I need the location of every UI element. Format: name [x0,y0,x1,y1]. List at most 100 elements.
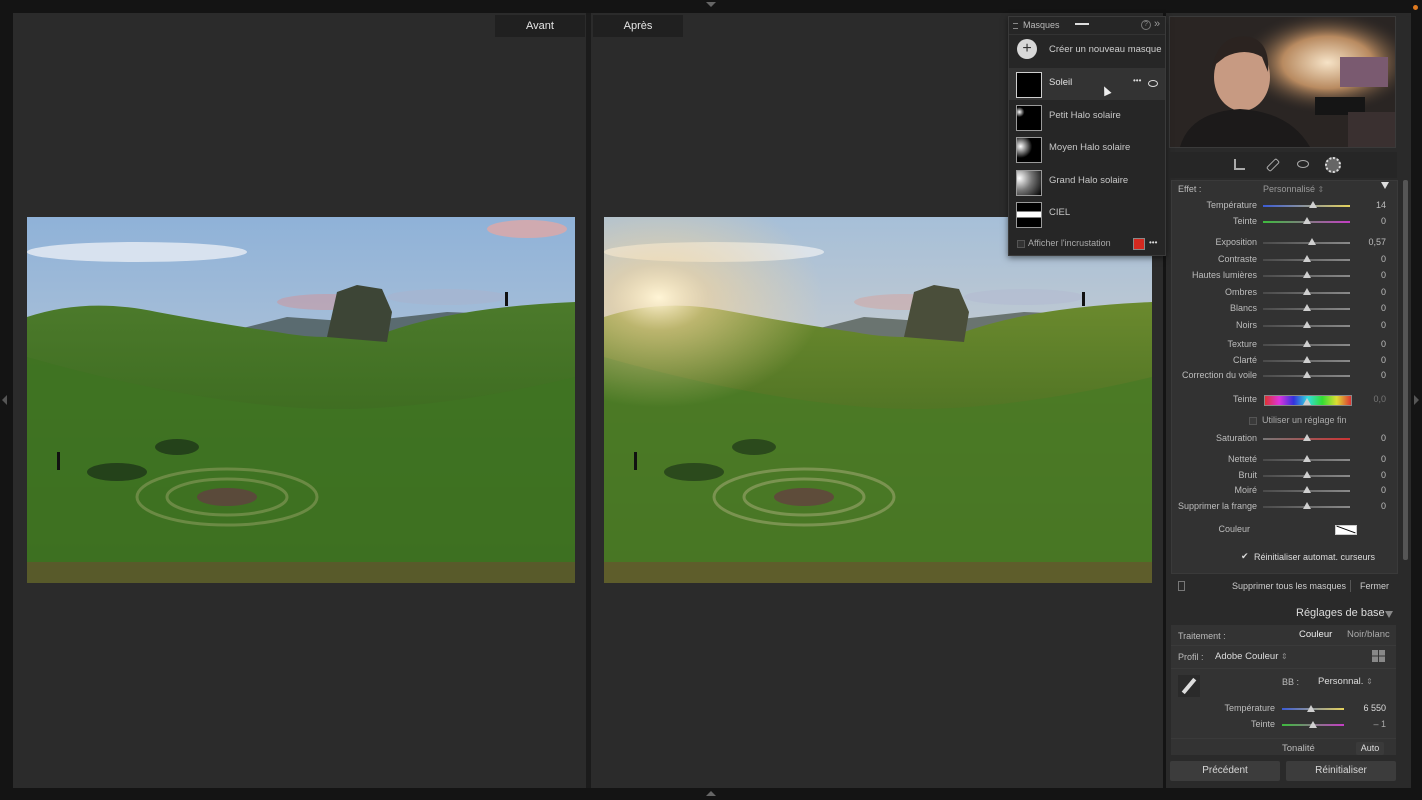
basic-temp-thumb[interactable] [1307,705,1315,712]
mask-item-ciel[interactable]: CIEL [1009,198,1165,230]
slider-row[interactable]: Contraste 0 [1170,253,1390,267]
reset-button[interactable]: Réinitialiser [1286,761,1396,781]
help-icon[interactable]: ? [1141,20,1151,30]
slider-value[interactable]: 0 [1356,355,1386,365]
more-options-icon[interactable]: ••• [1133,76,1141,85]
slider-row[interactable]: Blancs 0 [1170,302,1390,316]
basic-section-title[interactable]: Réglages de base [1296,607,1385,619]
delete-all-masks-button[interactable]: Supprimer tous les masques [1232,581,1346,591]
color-swatch[interactable] [1335,525,1357,535]
slider-thumb[interactable] [1302,320,1311,328]
slider-row[interactable]: Supprimer la frange 0 [1170,500,1390,514]
basic-tint-thumb[interactable] [1309,721,1317,728]
slider-row[interactable]: Noirs 0 [1170,319,1390,333]
left-panel-toggle-icon[interactable] [2,395,7,405]
slider-row[interactable]: Hautes lumières 0 [1170,269,1390,283]
slider-value[interactable]: 0 [1356,254,1386,264]
slider-thumb[interactable] [1307,238,1316,245]
hue-value[interactable]: 0,0 [1360,394,1386,404]
after-photo[interactable] [604,217,1152,583]
create-mask-button[interactable]: + Créer un nouveau masque [1009,36,1165,64]
compare-divider[interactable] [586,13,591,788]
slider-track[interactable] [1263,242,1350,244]
slider-value[interactable]: 0 [1356,216,1386,226]
masking-tool-icon[interactable] [1325,157,1341,173]
collapse-triangle-icon[interactable] [1381,182,1389,189]
slider-thumb[interactable] [1302,340,1311,347]
slider-thumb[interactable] [1302,371,1311,378]
slider-value[interactable]: 14 [1356,200,1386,210]
previous-button[interactable]: Précédent [1170,761,1280,781]
slider-row[interactable]: Ombres 0 [1170,286,1390,300]
slider-thumb[interactable] [1302,271,1311,278]
collapse-panel-icon[interactable]: » [1154,18,1160,30]
slider-value[interactable]: 0 [1356,433,1386,443]
healing-tool-icon[interactable] [1265,157,1281,173]
slider-value[interactable]: 0 [1356,320,1386,330]
panel-drag-handle[interactable] [1075,23,1089,25]
auto-reset-check-icon[interactable]: ✔ [1241,551,1249,562]
slider-value[interactable]: 0 [1356,303,1386,313]
slider-thumb[interactable] [1302,470,1311,478]
slider-row[interactable]: Texture 0 [1170,338,1390,352]
show-overlay-checkbox[interactable] [1017,240,1025,248]
slider-row[interactable]: Correction du voile 0 [1170,369,1390,383]
slider-track[interactable] [1263,205,1350,207]
slider-value[interactable]: 0 [1356,270,1386,280]
bottom-panel-toggle-icon[interactable] [706,791,716,796]
slider-value[interactable]: 0 [1356,370,1386,380]
effect-preset-dropdown[interactable]: Personnalisé ⇕ [1263,184,1324,194]
slider-row[interactable]: Saturation 0 [1170,432,1390,446]
mask-item-moyen-halo[interactable]: Moyen Halo solaire [1009,133,1165,165]
tonality-auto-button[interactable]: Auto [1356,742,1384,755]
slider-row[interactable]: Température 14 [1170,199,1390,213]
slider-row[interactable]: Netteté 0 [1170,453,1390,467]
treatment-color-option[interactable]: Couleur [1299,629,1332,640]
slider-value[interactable]: 0 [1356,470,1386,480]
slider-value[interactable]: 0,57 [1356,237,1386,247]
before-photo[interactable] [27,217,575,583]
hue-slider-thumb[interactable] [1303,398,1311,405]
right-panel-toggle-icon[interactable] [1414,395,1419,405]
slider-value[interactable]: 0 [1356,339,1386,349]
slider-thumb[interactable] [1302,254,1311,262]
slider-thumb[interactable] [1302,501,1311,509]
slider-thumb[interactable] [1302,455,1311,462]
profile-dropdown[interactable]: Adobe Couleur ⇕ [1215,651,1288,662]
profile-browser-grid-icon[interactable] [1372,650,1385,662]
slider-row[interactable]: Moiré 0 [1170,484,1390,498]
slider-value[interactable]: 0 [1356,485,1386,495]
red-eye-tool-icon[interactable] [1297,160,1309,168]
close-masks-button[interactable]: Fermer [1360,581,1389,591]
basic-temp-value[interactable]: 6 550 [1340,703,1386,713]
slider-thumb[interactable] [1302,304,1311,311]
fine-adjust-checkbox[interactable] [1249,417,1257,425]
slider-row[interactable]: Bruit 0 [1170,469,1390,483]
slider-value[interactable]: 0 [1356,501,1386,511]
basic-tint-value[interactable]: – 1 [1340,719,1386,729]
treatment-bw-option[interactable]: Noir/blanc [1347,629,1390,640]
section-toggle-triangle-icon[interactable] [1385,611,1393,618]
slider-row[interactable]: Teinte 0 [1170,215,1390,229]
delete-all-masks-icon[interactable] [1178,581,1185,591]
mask-item-petit-halo[interactable]: Petit Halo solaire [1009,101,1165,133]
wb-dropdown[interactable]: Personnal. ⇕ [1318,676,1373,687]
slider-thumb[interactable] [1302,287,1311,295]
panel-scrollbar[interactable] [1403,180,1408,560]
slider-thumb[interactable] [1302,486,1311,493]
top-panel-toggle-icon[interactable] [706,2,716,7]
slider-thumb[interactable] [1302,434,1311,441]
slider-row[interactable]: Clarté 0 [1170,354,1390,368]
slider-thumb[interactable] [1302,216,1311,224]
mask-item-grand-halo[interactable]: Grand Halo solaire [1009,166,1165,198]
mask-item-soleil[interactable]: Soleil ••• [1009,68,1165,100]
crop-tool-icon[interactable] [1234,159,1245,170]
slider-value[interactable]: 0 [1356,287,1386,297]
slider-value[interactable]: 0 [1356,454,1386,464]
panel-menu-icon[interactable] [1013,23,1018,29]
overlay-options-icon[interactable]: ••• [1149,238,1157,247]
slider-thumb[interactable] [1308,201,1317,208]
slider-row[interactable]: Exposition 0,57 [1170,236,1390,250]
slider-thumb[interactable] [1302,355,1311,363]
eye-icon[interactable] [1148,80,1158,87]
